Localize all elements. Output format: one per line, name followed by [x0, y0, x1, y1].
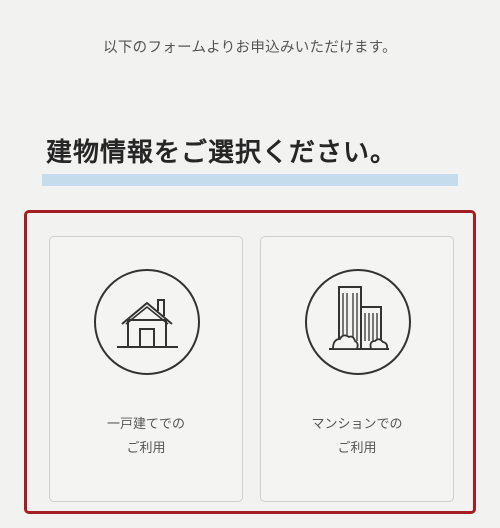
option-label-house-line2: ご利用	[126, 441, 166, 456]
option-label-mansion-line2: ご利用	[337, 441, 377, 456]
option-card-mansion[interactable]: マンションでの ご利用	[260, 236, 454, 502]
option-label-house: 一戸建てでの ご利用	[50, 413, 242, 461]
option-card-house[interactable]: 一戸建てでの ご利用	[49, 236, 243, 502]
option-label-mansion: マンションでの ご利用	[261, 413, 453, 461]
section-heading-text: 建物情報をご選択ください。	[46, 138, 398, 168]
apartment-building-icon	[305, 269, 411, 375]
intro-text: 以下のフォームよりお申込みいただけます。	[103, 40, 397, 56]
option-label-house-line1: 一戸建てでの	[106, 417, 185, 432]
house-icon	[94, 269, 200, 375]
heading-underline	[42, 174, 458, 186]
option-label-mansion-line1: マンションでの	[311, 417, 403, 432]
section-heading: 建物情報をご選択ください。	[42, 126, 458, 190]
